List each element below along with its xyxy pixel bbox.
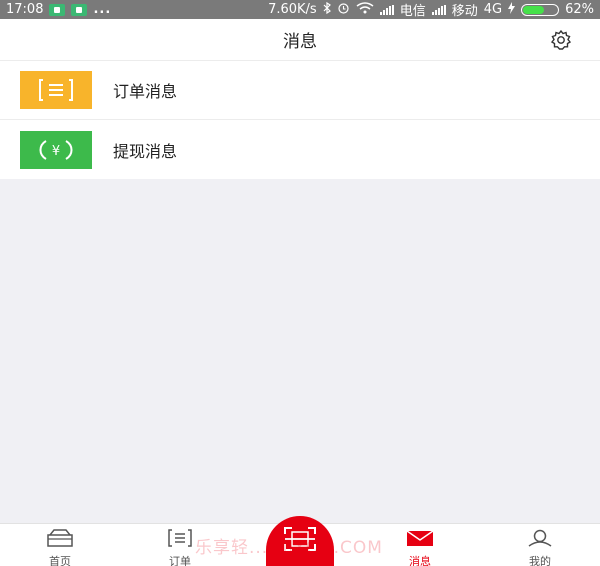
tab-orders[interactable]: 订单 [145, 524, 215, 566]
envelope-icon [405, 529, 435, 551]
battery-icon [521, 3, 560, 16]
home-icon [45, 529, 75, 551]
status-bar: 17:08 ... 7.60K/s 电信 移动 4G 62% [0, 0, 600, 19]
status-time: 17:08 [6, 2, 44, 17]
more-notifications-icon: ... [93, 2, 112, 17]
shield-icon [49, 3, 66, 16]
tab-messages[interactable]: 消息 [385, 524, 455, 566]
withdraw-messages-label: 提现消息 [113, 141, 178, 161]
bluetooth-icon [323, 1, 331, 18]
alarm-icon [337, 2, 350, 18]
tab-me-label: 我的 [529, 555, 551, 566]
tab-me[interactable]: 我的 [505, 524, 575, 566]
orders-icon [165, 529, 195, 551]
network-speed: 7.60K/s [268, 2, 317, 17]
battery-percent: 62% [565, 2, 594, 17]
tab-orders-label: 订单 [169, 555, 191, 566]
bag-icon [71, 3, 88, 16]
withdraw-yen-icon: ¥ [20, 130, 92, 169]
scan-icon [283, 526, 317, 556]
list-item-withdraw-messages[interactable]: ¥ 提现消息 [0, 120, 600, 179]
wifi-icon [356, 1, 374, 18]
network-type: 4G [483, 2, 503, 17]
signal-icon [431, 4, 446, 15]
settings-gear-icon[interactable] [548, 29, 574, 51]
charging-icon [508, 1, 516, 18]
carrier-1: 电信 [399, 4, 426, 19]
page-header: 消息 [0, 19, 600, 61]
tab-home-label: 首页 [49, 555, 71, 566]
order-messages-label: 订单消息 [113, 82, 178, 101]
list-item-order-messages[interactable]: 订单消息 [0, 61, 600, 120]
tab-home[interactable]: 首页 [25, 524, 95, 566]
signal-icon [379, 4, 394, 15]
message-list: 订单消息 ¥ 提现消息 [0, 61, 600, 179]
tab-messages-label: 消息 [409, 555, 431, 566]
user-icon [525, 529, 555, 551]
svg-text:¥: ¥ [52, 144, 60, 159]
order-icon [20, 71, 92, 109]
page-title: 消息 [283, 32, 317, 52]
carrier-2: 移动 [451, 4, 478, 19]
